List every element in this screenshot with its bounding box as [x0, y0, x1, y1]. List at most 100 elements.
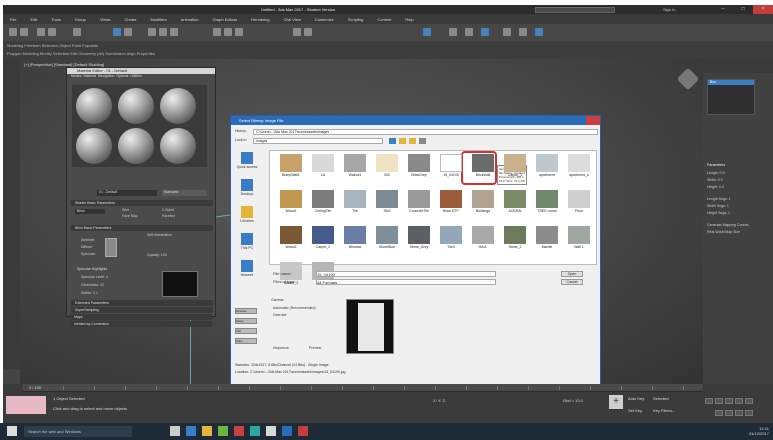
place-this-pc[interactable]: This PC	[235, 231, 259, 258]
edge-icon[interactable]	[186, 426, 196, 436]
lookin-dropdown[interactable]: images	[253, 138, 383, 144]
param-width-segs[interactable]: Width Segs: 1	[707, 204, 729, 208]
filename-input[interactable]: 15_04190	[316, 271, 496, 277]
sample-slot-2[interactable]	[118, 88, 154, 124]
file-item[interactable]: Walnut1	[338, 154, 372, 186]
rollout-shader-basic[interactable]: Shader Basic Parameters	[71, 200, 213, 206]
schematic-icon[interactable]	[465, 28, 473, 36]
ribbon-tabs[interactable]: Modeling Freeform Selection Object Paint…	[7, 43, 98, 48]
file-item[interactable]: StoneBlue	[370, 226, 404, 258]
command-panel-tabs[interactable]	[703, 59, 773, 73]
file-item[interactable]: Carpet_2	[306, 226, 340, 258]
file-item[interactable]: HALL	[466, 226, 500, 258]
file-item[interactable]: 002	[370, 154, 404, 186]
redo-icon[interactable]	[20, 28, 28, 36]
orbit-icon[interactable]	[735, 410, 743, 416]
sample-slot-4[interactable]	[76, 128, 112, 164]
place-quick-access[interactable]: Quick access	[235, 150, 259, 177]
render-setup-icon[interactable]	[503, 28, 511, 36]
add-time-tag-icon[interactable]: +	[609, 395, 623, 409]
file-item[interactable]: apartment	[530, 154, 564, 186]
menu-civil-view[interactable]: Civil View	[277, 14, 308, 22]
file-item[interactable]: Marble_2	[274, 262, 308, 294]
viewport-layout-strip[interactable]	[3, 59, 20, 369]
file-item[interactable]: Window	[338, 226, 372, 258]
ribbon-panel[interactable]: Polygon Modeling Modify Selection Edit G…	[7, 51, 155, 56]
search-field[interactable]	[535, 6, 615, 13]
opt-faceted[interactable]: Faceted	[162, 214, 175, 218]
maxscript-listener[interactable]	[6, 396, 46, 414]
store-icon[interactable]	[218, 426, 228, 436]
3dsmax-taskbar-icon[interactable]	[250, 426, 260, 436]
rollout-maps[interactable]: Maps	[70, 314, 212, 320]
app2-taskbar-icon[interactable]	[298, 426, 308, 436]
view-menu-icon[interactable]	[419, 138, 426, 144]
menu-tools[interactable]: Tools	[44, 14, 67, 22]
opacity-spinner[interactable]: Opacity: 100	[147, 253, 167, 257]
sequence-checkbox[interactable]: Sequence	[273, 346, 289, 350]
param-height-segs[interactable]: Height Segs: 1	[707, 211, 730, 215]
set-key-button[interactable]: Set Key	[628, 408, 642, 413]
start-icon[interactable]	[7, 426, 17, 436]
rollout-extended[interactable]: Extended Parameters	[71, 300, 213, 306]
menu-modifiers[interactable]: Modifiers	[143, 14, 173, 22]
sample-slot-5[interactable]	[118, 128, 154, 164]
menu-views[interactable]: Views	[93, 14, 118, 22]
dialog-close-button[interactable]	[586, 116, 600, 125]
angle-snap-icon[interactable]	[224, 28, 232, 36]
file-item[interactable]: Stone_2	[498, 226, 532, 258]
object-type-list[interactable]: Box	[707, 79, 755, 115]
align-icon[interactable]	[304, 28, 312, 36]
link-icon[interactable]	[37, 28, 45, 36]
app-taskbar-icon[interactable]	[266, 426, 276, 436]
menu-rendering[interactable]: Rendering	[244, 14, 276, 22]
menu-group[interactable]: Group	[68, 14, 93, 22]
sign-in-link[interactable]: Sign In	[663, 7, 675, 12]
param-length[interactable]: Length: 0.0	[707, 171, 725, 175]
layer-icon[interactable]	[423, 28, 431, 36]
mated-menu-options[interactable]: Options	[116, 74, 128, 78]
real-world-checkbox[interactable]: Real-World Map Size	[707, 230, 740, 234]
go-end-icon[interactable]	[745, 398, 753, 404]
parameters-header[interactable]: Parameters	[707, 163, 725, 167]
cancel-button[interactable]: Cancel	[561, 279, 583, 285]
file-item[interactable]: Wall 1	[562, 226, 596, 258]
opt-facemap[interactable]: Face Map	[122, 214, 138, 218]
sample-slot-1[interactable]	[76, 88, 112, 124]
file-item[interactable]: BumpWall1	[274, 154, 308, 186]
play-icon[interactable]	[725, 398, 733, 404]
prev-frame-icon[interactable]	[715, 398, 723, 404]
material-type-button[interactable]: Standard	[162, 190, 207, 196]
mated-menu-modes[interactable]: Modes	[71, 74, 82, 78]
file-item[interactable]: Brick DTP	[434, 190, 468, 222]
color-swatches[interactable]	[105, 238, 117, 257]
sample-slot-3[interactable]	[160, 88, 196, 124]
back-icon[interactable]	[389, 138, 396, 144]
menu-customize[interactable]: Customize	[308, 14, 341, 22]
gamma-override-radio[interactable]: Override	[273, 313, 286, 317]
file-item[interactable]: Tile2	[370, 190, 404, 222]
up-folder-icon[interactable]	[399, 138, 406, 144]
taskbar-search[interactable]: Search the web and Windows	[24, 426, 132, 437]
next-frame-icon[interactable]	[735, 398, 743, 404]
rotate-icon[interactable]	[159, 28, 167, 36]
file-item[interactable]: Metal	[306, 262, 340, 294]
specular-level-spinner[interactable]: Specular Level: 0	[81, 275, 108, 279]
taskbar-clock[interactable]: 11:41 01/12/2017	[749, 426, 769, 436]
history-dropdown[interactable]: C:\Users\...\3ds Max 2017\sceneassets\im…	[253, 129, 598, 135]
word-icon[interactable]	[282, 426, 292, 436]
menu-create[interactable]: Create	[117, 14, 143, 22]
menu-help[interactable]: Help	[398, 14, 420, 22]
param-length-segs[interactable]: Length Segs: 1	[707, 197, 731, 201]
file-item[interactable]: LA	[306, 154, 340, 186]
file-item[interactable]: ACERAI	[498, 190, 532, 222]
explorer-icon[interactable]	[202, 426, 212, 436]
menu-file[interactable]: File	[3, 14, 23, 22]
file-item[interactable]: Marble	[530, 226, 564, 258]
snap-icon[interactable]	[213, 28, 221, 36]
mated-menu-utilities[interactable]: Utilities	[130, 74, 141, 78]
close-button[interactable]: ×	[753, 5, 773, 14]
render-frame-icon[interactable]	[519, 28, 527, 36]
mated-menu-navigation[interactable]: Navigation	[98, 74, 115, 78]
new-folder-icon[interactable]	[409, 138, 416, 144]
